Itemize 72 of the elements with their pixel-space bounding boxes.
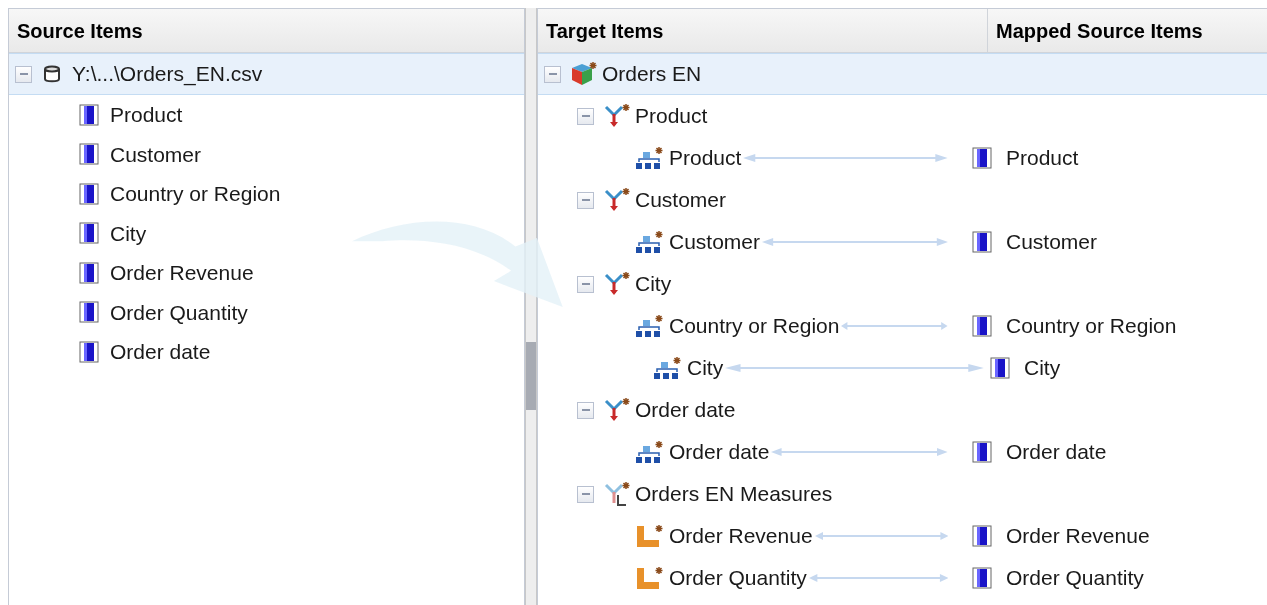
tree-item-label: Order Revenue	[669, 523, 813, 550]
tree-item-label: Y:\...\Orders_EN.csv	[72, 61, 263, 88]
tree-item-label: City	[687, 355, 724, 382]
dimension-icon	[603, 271, 631, 297]
dimension-icon	[603, 187, 631, 213]
collapse-toggle[interactable]	[577, 107, 594, 125]
database-icon	[42, 64, 62, 84]
tree-item-label: Country or Region	[669, 313, 840, 340]
collapse-toggle[interactable]	[577, 485, 594, 503]
tree-item-label: Order date	[635, 397, 736, 424]
column-header[interactable]: Mapped Source Items	[988, 9, 1267, 52]
column-icon	[79, 103, 99, 126]
collapse-toggle[interactable]	[577, 275, 594, 293]
hierarchy-icon	[635, 314, 665, 338]
mapped-item-label: Country or Region	[1006, 313, 1177, 340]
tree-item-label: Customer	[635, 187, 727, 214]
tree-item-label: Customer	[110, 141, 202, 168]
tree-item-label: Product	[669, 145, 742, 172]
column-icon	[972, 525, 992, 547]
tree-item-label: City	[110, 220, 147, 247]
column-icon	[972, 147, 992, 169]
tree-item-label: Orders EN	[602, 61, 702, 88]
column-icon	[79, 261, 99, 284]
tree-item-label: Order Revenue	[110, 260, 254, 286]
tree-item-label: Order date	[669, 439, 770, 466]
column-icon	[972, 315, 992, 337]
measures-icon	[603, 481, 631, 507]
mapped-item-label: Product	[1006, 145, 1079, 172]
tree-item-label: Product	[635, 103, 708, 130]
tree-item-label: Product	[110, 102, 183, 128]
collapse-toggle[interactable]	[577, 401, 594, 419]
panel-title: Source Items	[17, 18, 143, 44]
column-header[interactable]: Target Items	[538, 9, 988, 52]
hierarchy-icon	[635, 230, 665, 254]
column-icon	[79, 301, 99, 324]
mapped-item-label: Order date	[1006, 439, 1107, 466]
tree-item-label: City	[635, 271, 672, 298]
mapped-item-label: City	[1024, 355, 1061, 382]
column-title: Mapped Source Items	[996, 18, 1203, 44]
scrollbar[interactable]	[525, 8, 537, 605]
column-title: Target Items	[546, 18, 664, 44]
dimension-icon	[603, 397, 631, 423]
column-icon	[79, 222, 99, 245]
tree-item-label: Order Quantity	[669, 565, 807, 592]
measure-icon	[635, 566, 665, 590]
tree-row[interactable]: Y:\...\Orders_EN.csv	[9, 53, 524, 95]
tree-item-label: Country or Region	[110, 181, 281, 207]
tree-item-label: Order Quantity	[110, 299, 248, 326]
cube-icon	[570, 61, 598, 87]
tree-item-label: Order date	[110, 339, 211, 365]
column-icon	[972, 231, 992, 253]
collapse-toggle[interactable]	[544, 65, 561, 83]
tree-item-label: Orders EN Measures	[635, 481, 833, 508]
scrollbar-thumb[interactable]	[526, 342, 536, 410]
column-icon	[79, 143, 99, 166]
collapse-toggle[interactable]	[15, 65, 32, 83]
column-icon	[79, 182, 99, 205]
hierarchy-icon	[635, 146, 665, 170]
hierarchy-icon	[635, 440, 665, 464]
column-icon	[972, 567, 992, 589]
collapse-toggle[interactable]	[577, 191, 594, 209]
mapped-item-label: Customer	[1006, 229, 1098, 256]
tree-row[interactable]: Orders EN	[538, 53, 1267, 95]
tree-item-label: Customer	[669, 229, 761, 256]
column-icon	[990, 357, 1010, 379]
mapped-item-label: Order Quantity	[1006, 565, 1144, 592]
mapped-item-label: Order Revenue	[1006, 523, 1150, 550]
column-icon	[79, 340, 99, 363]
hierarchy-icon	[653, 356, 683, 380]
dimension-icon	[603, 103, 631, 129]
measure-icon	[635, 524, 665, 548]
column-icon	[972, 441, 992, 463]
